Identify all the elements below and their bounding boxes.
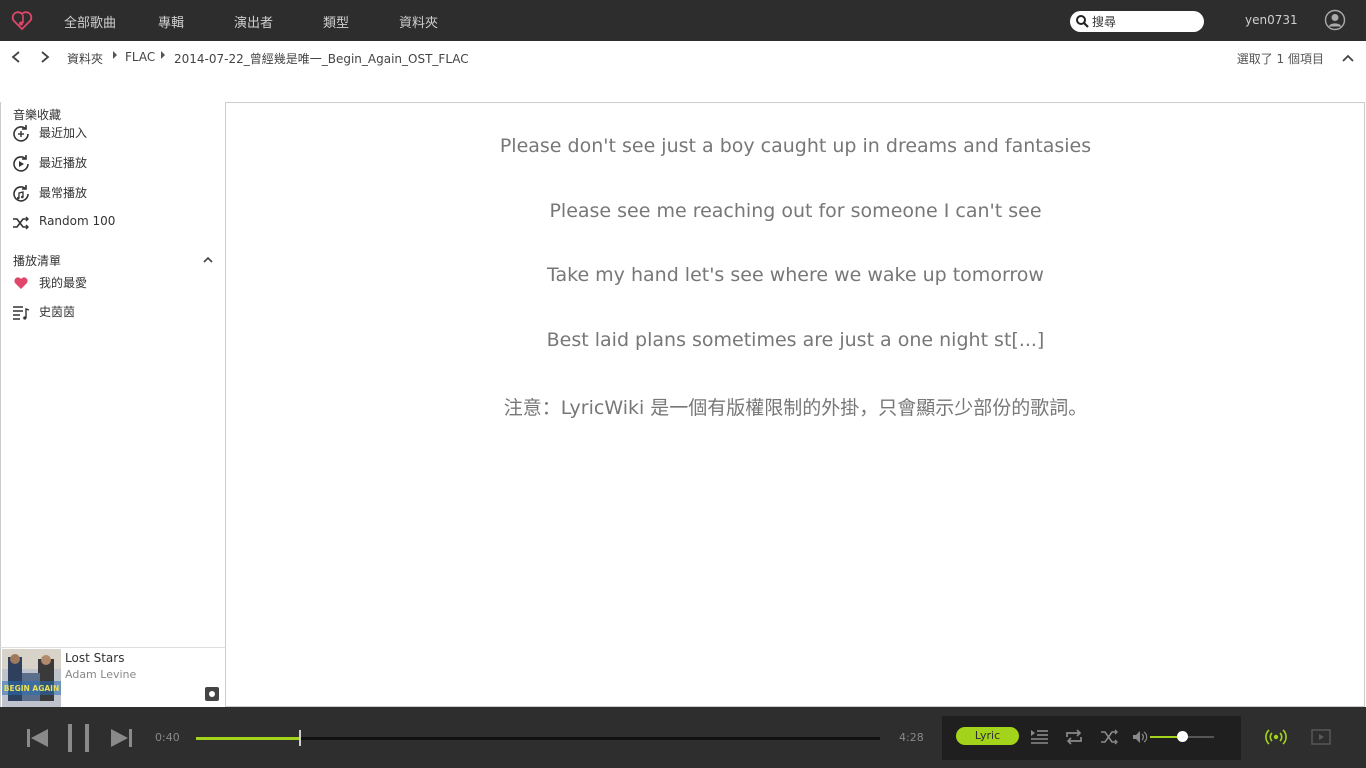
next-track-icon[interactable]	[109, 727, 133, 749]
heart-icon	[14, 277, 28, 289]
sidebar-item-label: 最常播放	[39, 186, 88, 200]
lyrics-panel: Please don't see just a boy caught up in…	[226, 102, 1365, 707]
search-box[interactable]	[1070, 11, 1204, 32]
sidebar-item-most-played[interactable]: 最常播放	[11, 182, 216, 204]
player-bar: 0:40 4:28 Lyric	[0, 707, 1366, 768]
sidebar: 音樂收藏 最近加入 最近播放 最常播放 Random 100 播放清單 我的最愛…	[0, 102, 226, 707]
now-playing-info[interactable]: BEGIN AGAIN Lost Stars Adam Levine	[0, 647, 226, 707]
lyric-copyright-notice: 注意：LyricWiki 是一個有版權限制的外掛，只會顯示少部份的歌詞。	[503, 397, 1088, 419]
pause-icon[interactable]	[66, 723, 92, 753]
breadcrumb-item-folder[interactable]: 資料夾	[67, 50, 103, 67]
nav-artists[interactable]: 演出者	[234, 12, 273, 31]
lyric-line: Best laid plans sometimes are just a one…	[546, 329, 1045, 351]
shuffle-icon	[13, 216, 29, 230]
breadcrumb-item-flac[interactable]: FLAC	[125, 50, 155, 64]
chevron-up-icon[interactable]	[202, 255, 214, 265]
recently-added-icon	[13, 125, 29, 142]
breadcrumb-separator-icon	[113, 51, 117, 59]
volume-handle[interactable]	[1177, 731, 1188, 742]
sidebar-item-favorites[interactable]: 我的最愛	[11, 272, 216, 294]
sidebar-item-label: 史茵茵	[39, 305, 76, 319]
lyric-line: Take my hand let's see where we wake up …	[547, 264, 1044, 286]
search-input[interactable]	[1092, 13, 1196, 29]
now-playing-artist: Adam Levine	[65, 668, 137, 681]
cover-title: BEGIN AGAIN	[4, 684, 60, 693]
nav-albums[interactable]: 專輯	[158, 12, 184, 31]
video-player-icon[interactable]	[1311, 729, 1331, 745]
now-playing-title: Lost Stars	[65, 651, 125, 665]
lyric-line: Please see me reaching out for someone I…	[549, 200, 1042, 222]
lyric-line: Please don't see just a boy caught up in…	[499, 135, 1092, 157]
playlist-icon	[13, 306, 30, 320]
sidebar-item-playlist[interactable]: 史茵茵	[11, 301, 216, 323]
library-section-title: 音樂收藏	[13, 108, 62, 122]
back-icon[interactable]	[10, 50, 22, 64]
album-cover[interactable]: BEGIN AGAIN	[2, 649, 61, 707]
lyric-button[interactable]: Lyric	[956, 727, 1019, 745]
selection-status: 選取了 1 個項目	[1236, 52, 1324, 66]
sidebar-item-recently-played[interactable]: 最近播放	[11, 152, 216, 174]
user-avatar-icon[interactable]	[1324, 9, 1346, 31]
breadcrumb-bar: 資料夾 FLAC 2014-07-22_曾經幾是唯一_Begin_Again_O…	[0, 41, 1366, 103]
nav-all-songs[interactable]: 全部歌曲	[64, 12, 116, 31]
breadcrumb-item-album-folder[interactable]: 2014-07-22_曾經幾是唯一_Begin_Again_OST_FLAC	[174, 50, 469, 67]
previous-track-icon[interactable]	[26, 727, 50, 749]
volume-slider[interactable]	[1150, 731, 1214, 742]
sidebar-item-label: 我的最愛	[39, 276, 88, 290]
username[interactable]: yen0731	[1245, 13, 1298, 27]
search-icon	[1076, 15, 1089, 28]
shuffle-icon[interactable]	[1100, 728, 1120, 746]
sidebar-item-label: 最近播放	[39, 156, 88, 170]
progress-bar[interactable]	[196, 730, 880, 746]
nav-genres[interactable]: 類型	[323, 12, 349, 31]
expand-now-playing-button[interactable]	[205, 687, 219, 701]
progress-fill	[196, 737, 299, 740]
total-time: 4:28	[899, 731, 924, 744]
top-nav-bar: 全部歌曲 專輯 演出者 類型 資料夾 yen0731	[0, 0, 1366, 41]
nav-folders[interactable]: 資料夾	[399, 12, 438, 31]
playback-options-panel: Lyric	[942, 716, 1241, 760]
current-time: 0:40	[155, 731, 180, 744]
breadcrumb-separator-icon	[161, 51, 165, 59]
playlist-section-title: 播放清單	[13, 254, 62, 268]
most-played-icon	[13, 185, 29, 202]
sidebar-item-random-100[interactable]: Random 100	[11, 212, 216, 234]
sidebar-item-label: 最近加入	[39, 126, 88, 140]
streaming-icon[interactable]	[1265, 727, 1287, 747]
sidebar-item-label: Random 100	[39, 214, 116, 228]
volume-icon[interactable]	[1132, 730, 1148, 744]
forward-icon[interactable]	[39, 50, 51, 64]
app-logo-icon[interactable]	[10, 8, 34, 32]
recently-played-icon	[13, 155, 29, 172]
sidebar-item-recently-added[interactable]: 最近加入	[11, 122, 216, 144]
queue-icon[interactable]	[1030, 728, 1050, 746]
collapse-up-icon[interactable]	[1341, 53, 1355, 63]
progress-handle[interactable]	[298, 730, 301, 746]
repeat-icon[interactable]	[1064, 728, 1084, 746]
